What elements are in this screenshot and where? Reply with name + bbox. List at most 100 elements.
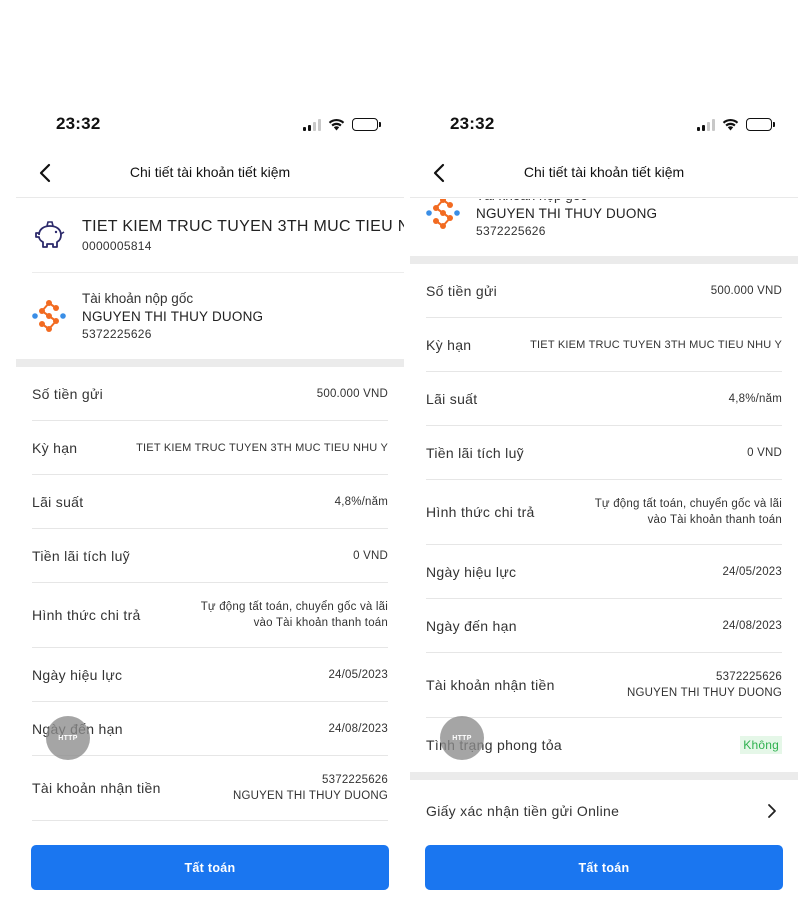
http-debug-bubble[interactable]: HTTP xyxy=(440,716,484,760)
detail-label: Số tiền gửi xyxy=(426,282,498,299)
detail-value-line: NGUYEN THI THUY DUONG xyxy=(233,790,388,802)
bottom-action-bar: Tất toán xyxy=(410,829,798,915)
savings-account-name: TIET KIEM TRUC TUYEN 3TH MUC TIEU NHU Y xyxy=(82,218,404,235)
detail-label: Tài khoản nhận tiền xyxy=(426,677,555,693)
phone-screen-right: 23:32 Chi tiết tài khoản tiết kiệm NGUYE… xyxy=(410,0,798,915)
status-badge: Không xyxy=(740,736,782,754)
source-account-number: 5372225626 xyxy=(476,224,546,238)
bottom-action-bar: Tất toán xyxy=(16,829,404,915)
detail-label: Kỳ hạn xyxy=(32,439,78,456)
detail-value: 24/08/2023 xyxy=(328,722,388,735)
detail-value: 24/05/2023 xyxy=(328,668,388,681)
settle-button[interactable]: Tất toán xyxy=(425,845,783,890)
detail-row-payment-method: Hình thức chi trả Tự động tất toán, chuy… xyxy=(426,480,782,545)
chevron-right-icon xyxy=(762,801,782,821)
detail-value: TIET KIEM TRUC TUYEN 3TH MUC TIEU NHU Y xyxy=(136,441,388,454)
detail-value: 4,8%/năm xyxy=(334,495,388,508)
section-divider xyxy=(16,359,404,367)
section-divider xyxy=(410,256,798,264)
cellular-signal-icon xyxy=(697,118,715,131)
wifi-icon xyxy=(328,119,345,131)
detail-value: Tự động tất toán, chuyển gốc và lãi vào … xyxy=(595,496,782,528)
nav-header: Chi tiết tài khoản tiết kiệm xyxy=(410,148,798,198)
detail-value-line: Tự động tất toán, chuyển gốc và lãi xyxy=(594,498,782,510)
savings-account-card: TIET KIEM TRUC TUYEN 3TH MUC TIEU NHU Y … xyxy=(32,199,404,273)
detail-value: 0 VND xyxy=(353,549,388,562)
source-account-text: Tài khoản nộp gốc NGUYEN THI THUY DUONG … xyxy=(82,291,263,341)
detail-label: Hình thức chi trả xyxy=(426,504,535,520)
status-icons xyxy=(303,118,381,131)
detail-value: 0 VND xyxy=(747,446,782,459)
detail-value: TIET KIEM TRUC TUYEN 3TH MUC TIEU NHU Y xyxy=(530,338,782,351)
source-account-card: Tài khoản nộp gốc NGUYEN THI THUY DUONG … xyxy=(426,199,798,256)
cellular-signal-icon xyxy=(303,118,321,131)
detail-value: 500.000 VND xyxy=(316,387,388,400)
savings-account-number: 0000005814 xyxy=(82,239,152,253)
certificate-link-label: Giấy xác nhận tiền gửi Online xyxy=(426,802,620,819)
bank-logo-icon xyxy=(426,199,460,230)
certificate-link-row[interactable]: Giấy xác nhận tiền gửi Online xyxy=(410,780,798,829)
status-bar: 23:32 xyxy=(16,112,404,138)
detail-value-line: vào Tài khoản thanh toán xyxy=(647,514,782,526)
status-time: 23:32 xyxy=(450,114,495,133)
detail-row-deposit: Số tiền gửi 500.000 VND xyxy=(426,264,782,318)
detail-row-receiving-account: Tài khoản nhận tiền 5372225626 NGUYEN TH… xyxy=(426,653,782,718)
source-account-name: NGUYEN THI THUY DUONG xyxy=(476,206,658,221)
detail-value: 24/05/2023 xyxy=(722,565,782,578)
detail-row-deposit: Số tiền gửi 500.000 VND xyxy=(32,367,388,421)
nav-header: Chi tiết tài khoản tiết kiệm xyxy=(16,148,404,198)
source-account-label: Tài khoản nộp gốc xyxy=(476,199,657,203)
source-account-name: NGUYEN THI THUY DUONG xyxy=(82,309,264,324)
page-title: Chi tiết tài khoản tiết kiệm xyxy=(523,164,685,180)
detail-value-line: Tự động tất toán, chuyển gốc và lãi xyxy=(200,601,388,613)
detail-label: Ngày hiệu lực xyxy=(426,563,517,580)
detail-row-interest-rate: Lãi suất 4,8%/năm xyxy=(32,475,388,529)
detail-row-interest-rate: Lãi suất 4,8%/năm xyxy=(426,372,782,426)
detail-value: 4,8%/năm xyxy=(728,392,782,405)
detail-label: Tiền lãi tích luỹ xyxy=(426,444,524,461)
detail-label: Ngày hiệu lực xyxy=(32,666,123,683)
detail-label: Hình thức chi trả xyxy=(32,607,141,623)
detail-label: Tài khoản nhận tiền xyxy=(32,780,161,796)
savings-account-text: TIET KIEM TRUC TUYEN 3TH MUC TIEU NHU Y … xyxy=(82,218,404,253)
source-account-text: Tài khoản nộp gốc NGUYEN THI THUY DUONG … xyxy=(476,199,657,238)
detail-row-payment-method: Hình thức chi trả Tự động tất toán, chuy… xyxy=(32,583,388,648)
detail-value: 24/08/2023 xyxy=(722,619,782,632)
page-title: Chi tiết tài khoản tiết kiệm xyxy=(129,164,291,180)
detail-row-effective-date: Ngày hiệu lực 24/05/2023 xyxy=(426,545,782,599)
status-icons xyxy=(697,118,775,131)
wifi-icon xyxy=(722,119,739,131)
detail-value-line: 5372225626 xyxy=(322,774,388,786)
bank-logo-icon xyxy=(32,299,66,333)
detail-row-accrued-interest: Tiền lãi tích luỹ 0 VND xyxy=(32,529,388,583)
detail-row-maturity-date: Ngày đến hạn 24/08/2023 xyxy=(426,599,782,653)
detail-value: Tự động tất toán, chuyển gốc và lãi vào … xyxy=(201,599,388,631)
detail-row-blocked-status: Tình trạng phong tỏa Không xyxy=(32,821,388,829)
detail-value: 5372225626 NGUYEN THI THUY DUONG xyxy=(233,772,388,804)
piggy-bank-icon xyxy=(32,219,66,253)
source-account-label: Tài khoản nộp gốc xyxy=(82,291,194,306)
detail-row-receiving-account: Tài khoản nhận tiền 5372225626 NGUYEN TH… xyxy=(32,756,388,821)
detail-value: 500.000 VND xyxy=(710,284,782,297)
detail-row-effective-date: Ngày hiệu lực 24/05/2023 xyxy=(32,648,388,702)
detail-label: Số tiền gửi xyxy=(32,385,104,402)
http-debug-bubble[interactable]: HTTP xyxy=(46,716,90,760)
detail-row-term: Kỳ hạn TIET KIEM TRUC TUYEN 3TH MUC TIEU… xyxy=(32,421,388,475)
source-account-card: Tài khoản nộp gốc NGUYEN THI THUY DUONG … xyxy=(32,273,404,359)
detail-value-line: 5372225626 xyxy=(716,671,782,683)
battery-icon xyxy=(352,118,381,131)
detail-row-term: Kỳ hạn TIET KIEM TRUC TUYEN 3TH MUC TIEU… xyxy=(426,318,782,372)
status-time: 23:32 xyxy=(56,114,101,133)
battery-icon xyxy=(746,118,775,131)
phone-screen-left: 23:32 Chi tiết tài khoản tiết kiệm TIET … xyxy=(16,0,404,915)
section-divider xyxy=(410,772,798,780)
detail-value: 5372225626 NGUYEN THI THUY DUONG xyxy=(627,669,782,701)
detail-label: Kỳ hạn xyxy=(426,336,472,353)
detail-value-line: vào Tài khoản thanh toán xyxy=(253,617,388,629)
detail-value-line: NGUYEN THI THUY DUONG xyxy=(627,687,782,699)
detail-label: Lãi suất xyxy=(32,493,84,510)
status-bar: 23:32 xyxy=(410,112,798,138)
detail-row-accrued-interest: Tiền lãi tích luỹ 0 VND xyxy=(426,426,782,480)
settle-button[interactable]: Tất toán xyxy=(31,845,389,890)
detail-label: Ngày đến hạn xyxy=(426,617,517,634)
